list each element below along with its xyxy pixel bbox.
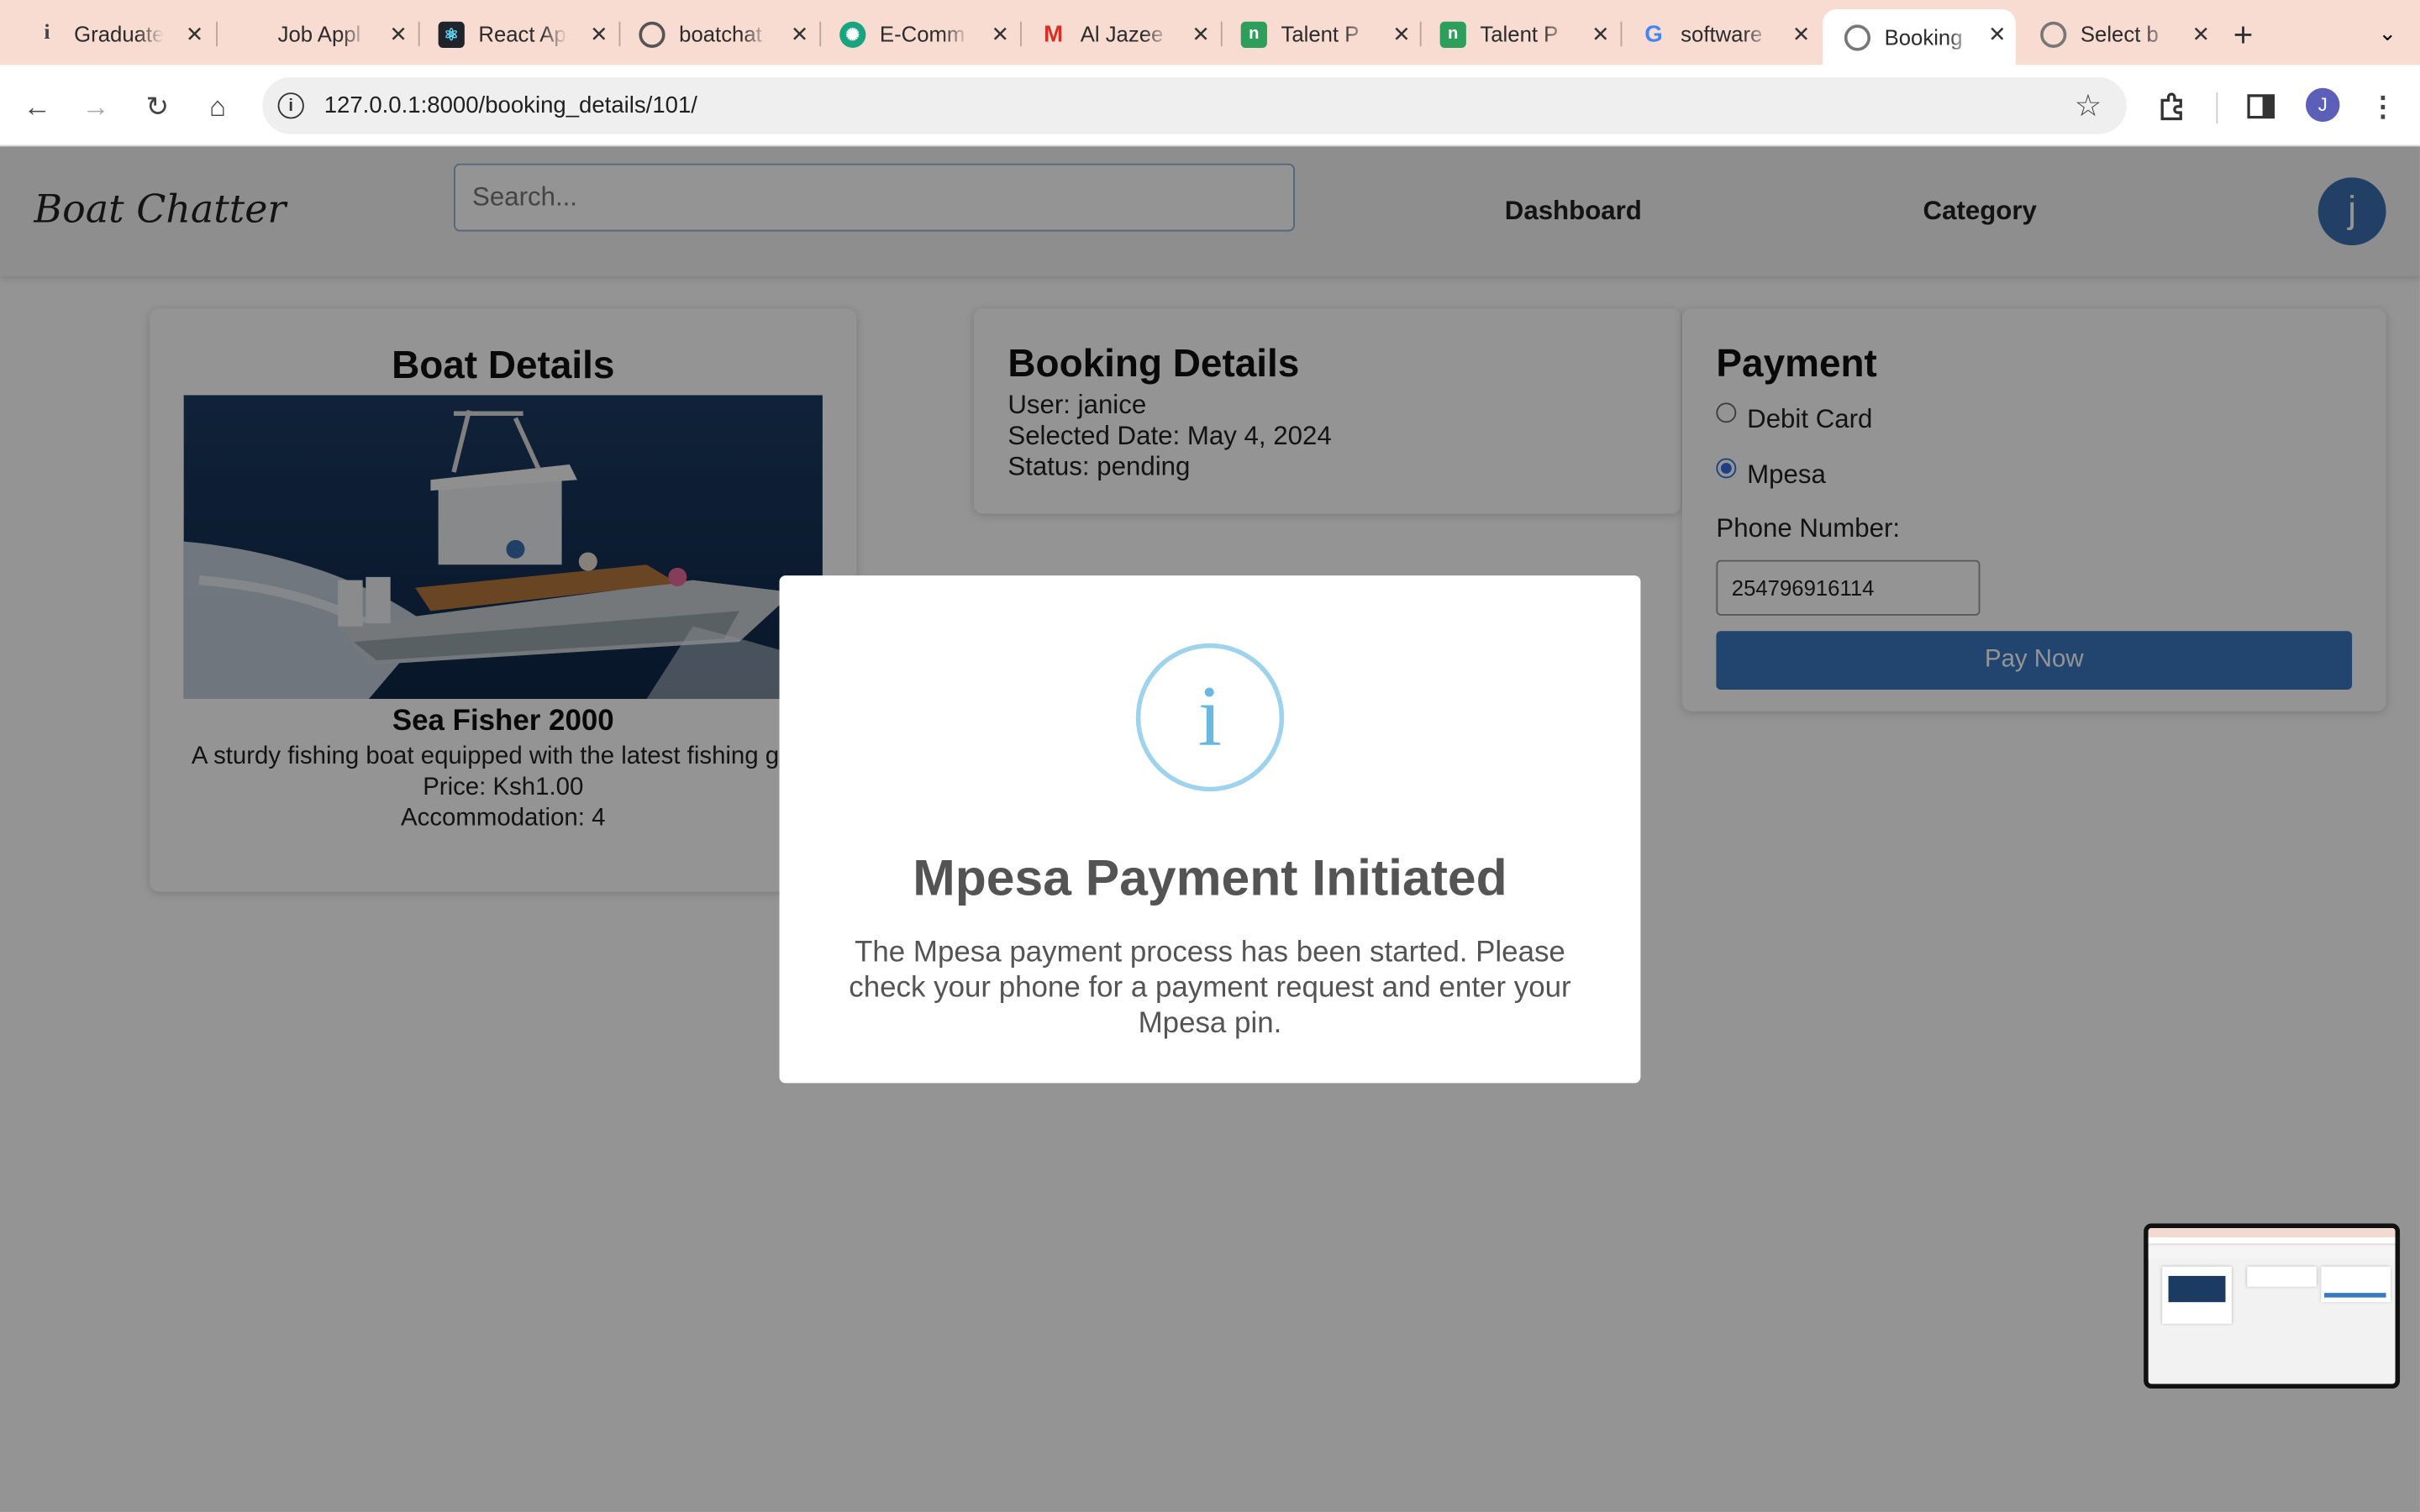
screenshot-thumbnail[interactable] xyxy=(2144,1223,2401,1389)
gmail-icon: M xyxy=(1044,20,1064,48)
close-icon[interactable]: ✕ xyxy=(1192,22,1210,48)
tab-label: Talent P xyxy=(1281,21,1360,47)
browser-tab[interactable]: n Talent P ✕ xyxy=(1418,9,1619,59)
info-icon: i xyxy=(1135,643,1285,792)
address-bar[interactable]: i 127.0.0.1:8000/booking_details/101/ ☆ xyxy=(262,76,2127,134)
close-icon[interactable]: ✕ xyxy=(186,22,204,48)
browser-tab[interactable]: M Al Jazee ✕ xyxy=(1018,9,1219,59)
close-icon[interactable]: ✕ xyxy=(992,22,1010,48)
info-icon: i xyxy=(44,21,50,45)
close-icon[interactable]: ✕ xyxy=(1792,22,1811,48)
browser-tab[interactable]: ✺ E-Comm ✕ xyxy=(818,9,1018,59)
tab-label: software xyxy=(1681,21,1763,47)
chevron-down-icon[interactable]: ⌄ xyxy=(2367,13,2407,53)
close-icon[interactable]: ✕ xyxy=(389,22,408,48)
browser-tab[interactable]: boatchat ✕ xyxy=(618,9,818,59)
toolbar-divider xyxy=(2216,92,2218,123)
tab-label: Select b xyxy=(2080,21,2159,47)
modal-title: Mpesa Payment Initiated xyxy=(913,848,1507,906)
site-info-icon[interactable]: i xyxy=(277,92,304,119)
url-text: 127.0.0.1:8000/booking_details/101/ xyxy=(324,92,697,119)
browser-tab[interactable]: ⚛ React Ap ✕ xyxy=(417,9,618,59)
forward-arrow-icon[interactable]: → xyxy=(76,87,116,127)
more-menu-icon[interactable]: ⋮ xyxy=(2363,87,2403,127)
close-icon[interactable]: ✕ xyxy=(1392,22,1411,48)
globe-icon xyxy=(2040,20,2067,48)
modal-message: The Mpesa payment process has been start… xyxy=(849,936,1571,1040)
browser-tab[interactable]: G software ✕ xyxy=(1619,9,1820,59)
close-icon[interactable]: ✕ xyxy=(1988,22,2007,48)
talent-icon: n xyxy=(1240,20,1267,48)
browser-tab[interactable]: Select b ✕ xyxy=(2018,9,2219,59)
back-arrow-icon[interactable]: ← xyxy=(17,87,57,127)
close-icon[interactable]: ✕ xyxy=(1591,22,1610,48)
tab-label: Job Appl xyxy=(277,21,361,47)
chatgpt-icon: ✺ xyxy=(839,20,866,48)
home-icon[interactable]: ⌂ xyxy=(197,87,238,127)
browser-tab[interactable]: n Talent P ✕ xyxy=(1219,9,1420,59)
tab-label: React Ap xyxy=(478,21,566,47)
payment-initiated-modal: i Mpesa Payment Initiated The Mpesa paym… xyxy=(779,575,1641,1084)
page-content: Boat Chatter Dashboard Category j Boat D… xyxy=(0,146,2420,1512)
tab-label: Talent P xyxy=(1480,21,1559,47)
browser-tab-strip: i Graduate ✕ Job Appl ✕ ⚛ React Ap ✕ boa… xyxy=(0,0,2420,66)
globe-icon xyxy=(1844,24,1871,50)
close-icon[interactable]: ✕ xyxy=(590,22,608,48)
talent-icon: n xyxy=(1439,20,1466,48)
close-icon[interactable]: ✕ xyxy=(2192,22,2211,48)
browser-tab[interactable]: Job Appl ✕ xyxy=(216,9,417,59)
tab-label: Booking xyxy=(1884,24,1963,50)
google-icon: G xyxy=(1644,20,1663,48)
github-icon xyxy=(639,20,666,48)
browser-tab[interactable]: i Graduate ✕ xyxy=(13,9,213,59)
bookmark-star-icon[interactable]: ☆ xyxy=(2075,87,2102,125)
tab-label: Graduate xyxy=(74,21,164,47)
side-panel-icon[interactable] xyxy=(2241,87,2281,127)
tab-label: E-Comm xyxy=(879,21,965,47)
extensions-icon[interactable] xyxy=(2151,87,2191,127)
react-icon: ⚛ xyxy=(438,20,465,48)
reload-icon[interactable]: ↻ xyxy=(137,87,177,127)
new-tab-icon[interactable]: + xyxy=(2233,15,2254,55)
tab-label: boatchat xyxy=(679,21,762,47)
blank-icon xyxy=(238,21,264,47)
browser-toolbar: ← → ↻ ⌂ i 127.0.0.1:8000/booking_details… xyxy=(0,65,2420,147)
browser-tab-active[interactable]: Booking ✕ xyxy=(1823,9,2016,66)
tab-label: Al Jazee xyxy=(1080,21,1164,47)
profile-avatar[interactable]: J xyxy=(2306,87,2340,123)
close-icon[interactable]: ✕ xyxy=(791,22,809,48)
